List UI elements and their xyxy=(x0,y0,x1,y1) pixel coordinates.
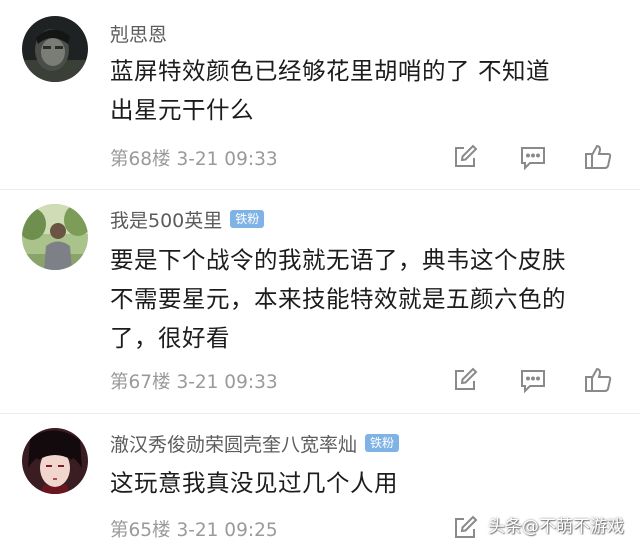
reply-comment-icon xyxy=(521,370,545,394)
timestamp: 3-21 09:33 xyxy=(176,149,278,170)
edit-icon xyxy=(455,144,478,167)
comment-item: 我是500英里 铁粉 要是下个战令的我就无语了，典韦这个皮肤 不需要星元，本来技… xyxy=(0,190,640,412)
comment-line: 蓝屏特效颜色已经够花里胡哨的了 不知道 xyxy=(110,57,550,85)
man-in-park-avatar-icon xyxy=(22,204,88,270)
avatar[interactable] xyxy=(22,16,88,82)
comment-meta-row: 第67楼 3-21 09:33 xyxy=(110,365,640,395)
username[interactable]: 我是500英里 xyxy=(110,206,222,233)
edit-button[interactable] xyxy=(450,142,480,172)
comment-text: 要是下个战令的我就无语了，典韦这个皮肤 不需要星元，本来技能特效就是五颜六色的 … xyxy=(110,241,630,358)
floor-number: 第65楼 xyxy=(110,520,171,541)
comment-item: 剋思恩 蓝屏特效颜色已经够花里胡哨的了 不知道 出星元干什么 第68楼 3-21… xyxy=(0,0,640,188)
comment-line: 出星元干什么 xyxy=(110,96,254,124)
floor-number: 第68楼 xyxy=(110,149,171,170)
dark-portrait-avatar-icon xyxy=(22,16,88,82)
avatar[interactable] xyxy=(22,428,88,494)
comment-text: 这玩意我真没见过几个人用 xyxy=(110,464,630,503)
comment-line: 不需要星元，本来技能特效就是五颜六色的 xyxy=(110,285,566,313)
watermark: 头条@不萌不游戏 xyxy=(488,517,624,537)
comment-meta: 第65楼 3-21 09:25 xyxy=(110,516,278,542)
like-button[interactable] xyxy=(583,365,613,395)
comment-text: 蓝屏特效颜色已经够花里胡哨的了 不知道 出星元干什么 xyxy=(110,52,630,130)
edit-button[interactable] xyxy=(450,513,480,543)
timestamp: 3-21 09:25 xyxy=(176,520,278,541)
fan-badge: 铁粉 xyxy=(365,434,400,452)
comment-meta: 第67楼 3-21 09:33 xyxy=(110,368,278,394)
avatar[interactable] xyxy=(22,204,88,270)
fan-badge: 铁粉 xyxy=(230,210,265,228)
timestamp: 3-21 09:33 xyxy=(176,372,278,393)
username[interactable]: 澈汉秀俊勋荣圆壳奎八宽率灿 xyxy=(110,430,357,457)
edit-button[interactable] xyxy=(450,365,480,395)
comment-line: 要是下个战令的我就无语了，典韦这个皮肤 xyxy=(110,246,566,274)
thumbs-up-icon xyxy=(585,367,612,392)
comment-meta: 第68楼 3-21 09:33 xyxy=(110,145,278,171)
username[interactable]: 剋思恩 xyxy=(110,20,167,47)
edit-icon xyxy=(455,515,478,538)
like-button[interactable] xyxy=(583,142,613,172)
thumbs-up-icon xyxy=(585,144,612,169)
reply-button[interactable] xyxy=(518,365,548,395)
comment-feed: 剋思恩 蓝屏特效颜色已经够花里胡哨的了 不知道 出星元干什么 第68楼 3-21… xyxy=(0,0,640,545)
reply-button[interactable] xyxy=(518,142,548,172)
comment-line: 了，很好看 xyxy=(110,324,230,352)
anime-character-avatar-icon xyxy=(22,428,88,494)
comment-meta-row: 第68楼 3-21 09:33 xyxy=(110,142,640,172)
comment-line: 这玩意我真没见过几个人用 xyxy=(110,469,398,497)
edit-icon xyxy=(455,367,478,390)
reply-comment-icon xyxy=(521,147,545,171)
floor-number: 第67楼 xyxy=(110,372,171,393)
